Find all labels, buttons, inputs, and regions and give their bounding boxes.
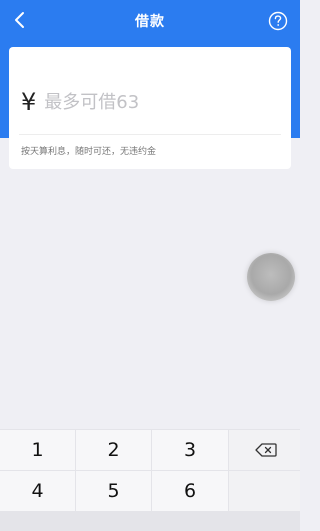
loan-terms-hint: 按天算利息，随时可还，无违约金	[21, 147, 157, 157]
page-title: 借款	[135, 14, 165, 30]
key-6[interactable]: 6	[152, 471, 228, 511]
currency-symbol: ¥	[21, 88, 37, 116]
key-2[interactable]: 2	[76, 430, 151, 470]
backspace-icon	[255, 443, 277, 457]
assistive-touch-button[interactable]	[247, 253, 295, 301]
back-button[interactable]	[8, 9, 30, 31]
loan-amount-input[interactable]	[44, 91, 265, 113]
navigation-bar: 借款	[0, 0, 300, 42]
help-circle-icon	[268, 11, 288, 31]
keypad-spacer	[229, 471, 300, 511]
numeric-keypad: 1 2 3 4 5 6	[0, 429, 300, 531]
chevron-left-icon	[15, 12, 24, 28]
key-5[interactable]: 5	[76, 471, 151, 511]
loan-amount-card: ¥ 按天算利息，随时可还，无违约金	[9, 47, 291, 169]
loan-page: 借款 ¥ 按天算利息，随时可还，无违约金 1 2 3 4	[0, 0, 300, 531]
key-3[interactable]: 3	[152, 430, 228, 470]
key-1[interactable]: 1	[0, 430, 75, 470]
key-4[interactable]: 4	[0, 471, 75, 511]
backspace-key[interactable]	[229, 430, 300, 470]
help-button[interactable]	[268, 11, 288, 31]
amount-row: ¥	[21, 87, 265, 117]
card-divider	[19, 134, 281, 135]
